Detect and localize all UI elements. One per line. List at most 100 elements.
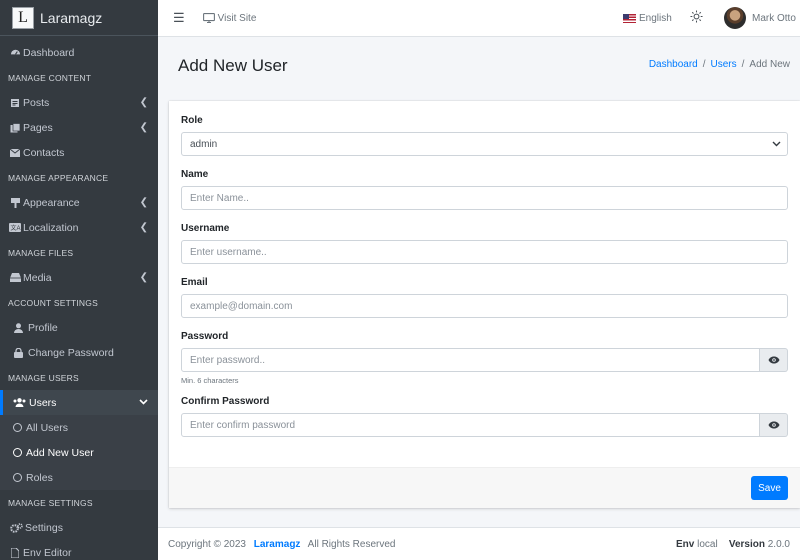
page-footer: Copyright © 2023 Laramagz All Rights Res… (158, 527, 800, 560)
users-submenu: All Users Add New User Roles (0, 415, 158, 490)
confirm-password-input-group (181, 413, 788, 437)
avatar (724, 7, 746, 29)
sidebar-item-localization[interactable]: 文A Localization ❮ (0, 215, 158, 240)
password-input[interactable] (181, 348, 760, 372)
sidebar-item-label: Localization (23, 221, 79, 234)
menu-toggle-icon[interactable]: ☰ (173, 10, 185, 26)
nav-header-account-settings: ACCOUNT SETTINGS (8, 297, 98, 308)
sidebar-item-label: Roles (26, 471, 53, 484)
eye-icon[interactable] (760, 413, 788, 437)
chevron-down-icon (139, 397, 148, 408)
confirm-password-input[interactable] (181, 413, 760, 437)
sidebar-item-label: Env Editor (23, 546, 72, 559)
breadcrumb-separator: / (741, 59, 745, 70)
role-label: Role (181, 115, 203, 126)
nav-header-manage-files: MANAGE FILES (8, 247, 74, 258)
pages-icon (9, 122, 21, 133)
role-select[interactable]: admin (181, 132, 788, 156)
language-icon: 文A (9, 223, 21, 232)
email-input[interactable] (181, 294, 788, 318)
password-hint: Min. 6 characters (181, 376, 239, 385)
cogs-icon (9, 522, 23, 533)
sidebar-item-profile[interactable]: Profile (0, 315, 158, 340)
dashboard-icon (9, 47, 21, 58)
version-value: 2.0.0 (767, 538, 790, 550)
nav-header-manage-content: MANAGE CONTENT (8, 72, 92, 83)
footer-brand-link[interactable]: Laramagz (254, 539, 301, 550)
sidebar-item-env-editor[interactable]: Env Editor (0, 540, 158, 560)
sidebar-item-all-users[interactable]: All Users (0, 415, 158, 440)
sidebar-item-label: Appearance (23, 196, 80, 209)
visit-site-link[interactable]: Visit Site (202, 12, 257, 24)
nav-header-manage-users: MANAGE USERS (8, 372, 79, 383)
circle-icon (13, 473, 22, 482)
user-menu[interactable]: Mark Otto (724, 7, 796, 29)
chevron-down-icon (772, 141, 781, 147)
sidebar-item-posts[interactable]: Posts ❮ (0, 90, 158, 115)
theme-toggle-sun-icon[interactable] (690, 10, 703, 26)
sidebar-item-settings[interactable]: Settings (0, 515, 158, 540)
sidebar-item-pages[interactable]: Pages ❮ (0, 115, 158, 140)
brand-name: Laramagz (40, 9, 103, 26)
breadcrumb-separator: / (702, 59, 706, 70)
sidebar-item-label: Add New User (26, 446, 94, 459)
email-label: Email (181, 277, 208, 288)
sidebar-item-roles[interactable]: Roles (0, 465, 158, 490)
confirm-password-label: Confirm Password (181, 396, 270, 407)
username-input[interactable] (181, 240, 788, 264)
sidebar-item-media[interactable]: Media ❮ (0, 265, 158, 290)
sidebar-item-add-new-user[interactable]: Add New User (0, 440, 158, 465)
sidebar-item-dashboard[interactable]: Dashboard (0, 40, 158, 65)
visit-site-label: Visit Site (217, 12, 257, 24)
sidebar-item-appearance[interactable]: Appearance ❮ (0, 190, 158, 215)
breadcrumb-dashboard-link[interactable]: Dashboard (649, 59, 698, 70)
sidebar-item-users[interactable]: Users (0, 390, 158, 415)
sidebar-item-label: Settings (25, 521, 63, 534)
save-button[interactable]: Save (751, 476, 788, 500)
username-label: Username (181, 223, 230, 234)
posts-icon (9, 98, 21, 108)
envelope-icon (9, 148, 21, 157)
sidebar: L Laramagz Dashboard MANAGE CONTENT Post… (0, 0, 158, 560)
top-navbar: ☰ Visit Site English Mark Otto (158, 0, 800, 37)
sidebar-item-label: Media (23, 271, 52, 284)
copyright-text: Copyright © 2023 (168, 538, 246, 550)
card-footer: Save (169, 467, 800, 508)
password-input-group (181, 348, 788, 372)
chevron-left-icon: ❮ (139, 272, 148, 283)
sidebar-item-label: Pages (23, 121, 53, 134)
svg-text:文A: 文A (11, 224, 21, 232)
nav-header-manage-appearance: MANAGE APPEARANCE (8, 172, 109, 183)
breadcrumb-users-link[interactable]: Users (711, 59, 737, 70)
paint-brush-icon (9, 197, 21, 208)
sidebar-item-contacts[interactable]: Contacts (0, 140, 158, 165)
chevron-left-icon: ❮ (139, 122, 148, 133)
sidebar-item-change-password[interactable]: Change Password (0, 340, 158, 365)
env-value: local (697, 538, 718, 550)
nav-header-manage-settings: MANAGE SETTINGS (8, 497, 93, 508)
us-flag-icon (623, 13, 636, 23)
eye-icon[interactable] (760, 348, 788, 372)
users-icon (12, 398, 26, 407)
breadcrumb: Dashboard / Users / Add New (649, 59, 790, 70)
breadcrumb-current: Add New (749, 59, 790, 70)
version-label: Version (728, 538, 765, 550)
chevron-left-icon: ❮ (139, 197, 148, 208)
name-input[interactable] (181, 186, 788, 210)
language-label: English (639, 12, 672, 24)
user-icon (12, 322, 24, 333)
lock-icon (12, 347, 24, 358)
sidebar-item-label: Users (29, 396, 57, 409)
language-dropdown[interactable]: English (623, 13, 672, 24)
sidebar-item-label: Posts (23, 96, 50, 109)
brand-logo: L (12, 6, 34, 29)
sidebar-item-label: Profile (28, 321, 58, 334)
password-label: Password (181, 331, 229, 342)
sidebar-item-label: All Users (26, 421, 69, 434)
sidebar-item-label: Contacts (23, 146, 65, 159)
chevron-left-icon: ❮ (139, 222, 148, 233)
desktop-icon (202, 13, 215, 23)
hdd-icon (9, 273, 21, 282)
chevron-left-icon: ❮ (139, 97, 148, 108)
brand[interactable]: L Laramagz (0, 0, 158, 36)
